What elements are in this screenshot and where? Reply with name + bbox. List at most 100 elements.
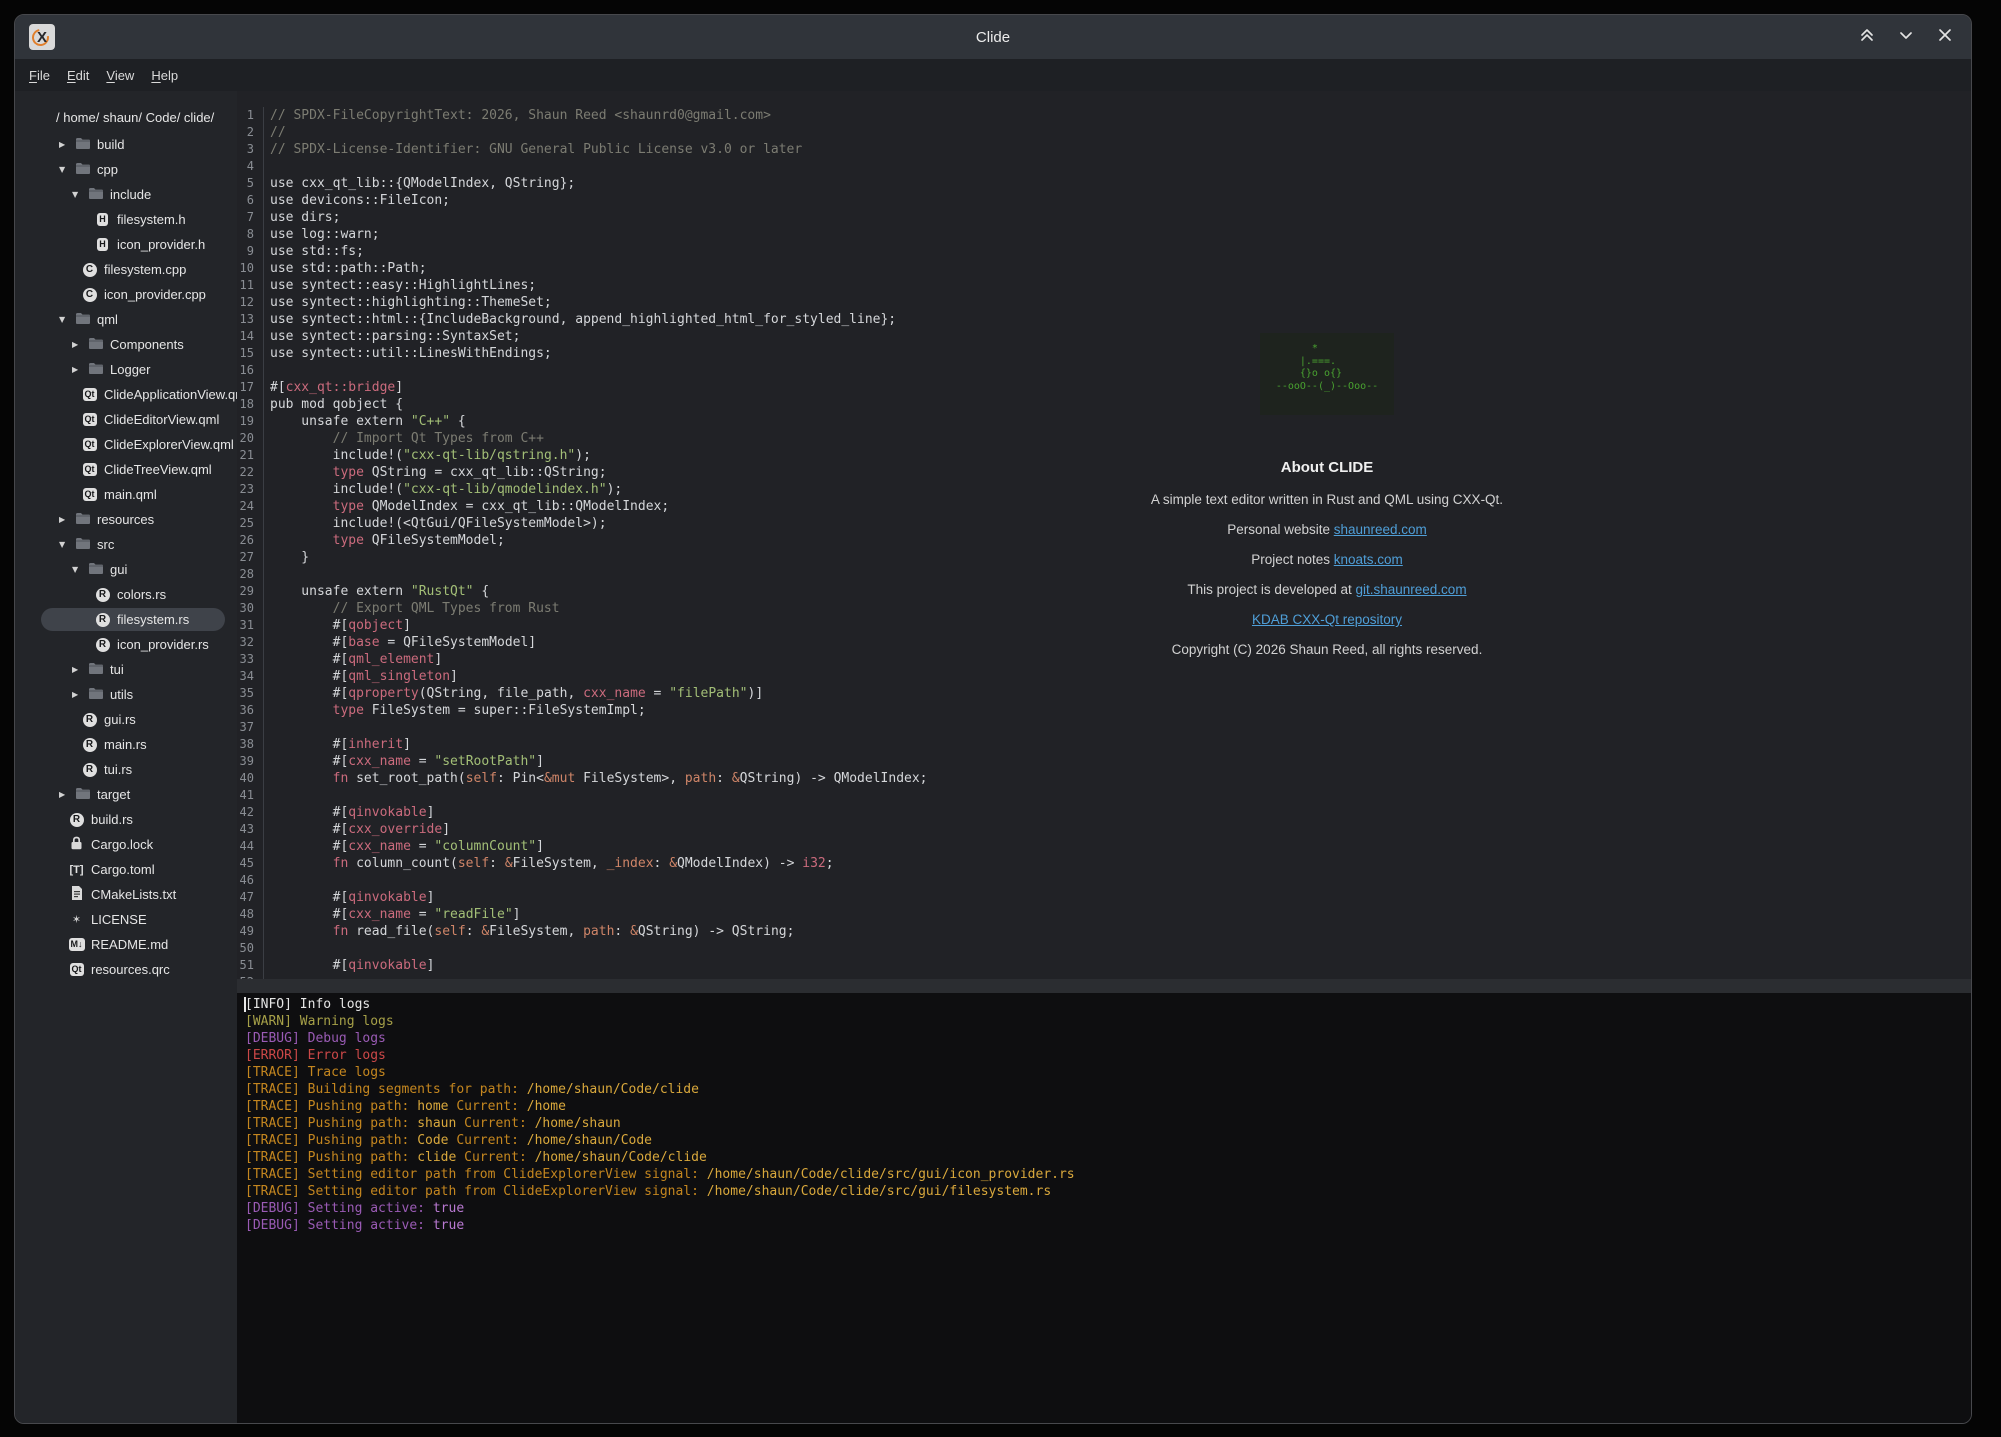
- chevron-down-icon[interactable]: ▼: [72, 565, 87, 574]
- tree-item-src[interactable]: ▼src: [15, 532, 237, 557]
- tree-item-readme-md[interactable]: M↓README.md: [15, 932, 237, 957]
- line-number: 48: [237, 906, 264, 923]
- link-git-shaunreed-com[interactable]: git.shaunreed.com: [1356, 582, 1467, 597]
- code-line: 46: [237, 872, 1971, 889]
- code-editor[interactable]: 1// SPDX-FileCopyrightText: 2026, Shaun …: [237, 91, 1971, 979]
- tree-item-label: cpp: [97, 162, 118, 177]
- tree-item-label: icon_provider.h: [117, 237, 205, 252]
- chevron-down-icon[interactable]: ▼: [59, 540, 74, 549]
- tree-item-cargo-toml[interactable]: [T]Cargo.toml: [15, 857, 237, 882]
- tree-item-tui[interactable]: ▶tui: [15, 657, 237, 682]
- titlebar[interactable]: X Clide: [15, 15, 1971, 59]
- chevron-right-icon[interactable]: ▶: [72, 340, 87, 349]
- tree-item-gui[interactable]: ▼gui: [15, 557, 237, 582]
- header-file-icon: H: [97, 238, 108, 251]
- chevron-right-icon[interactable]: ▶: [72, 690, 87, 699]
- chevron-down-icon[interactable]: ▼: [72, 190, 87, 199]
- line-number: 18: [237, 396, 264, 413]
- tree-item-filesystem-rs[interactable]: Rfilesystem.rs: [15, 607, 237, 632]
- tree-item-icon-provider-h[interactable]: Hicon_provider.h: [15, 232, 237, 257]
- maximize-button[interactable]: [1855, 25, 1879, 49]
- chevron-right-icon[interactable]: ▶: [59, 140, 74, 149]
- line-number: 44: [237, 838, 264, 855]
- line-number: 33: [237, 651, 264, 668]
- tree-item-label: gui.rs: [104, 712, 136, 727]
- minimize-button[interactable]: [1894, 25, 1918, 49]
- line-number: 24: [237, 498, 264, 515]
- line-number: 7: [237, 209, 264, 226]
- tree-item-cargo-lock[interactable]: Cargo.lock: [15, 832, 237, 857]
- log-panel[interactable]: [INFO] Info logs[WARN] Warning logs[DEBU…: [237, 993, 1971, 1423]
- link-kdab-cxx-qt-repository[interactable]: KDAB CXX-Qt repository: [1252, 612, 1402, 627]
- about-text-line: Personal website shaunreed.com: [1067, 522, 1587, 537]
- rust-file-icon: R: [83, 763, 97, 777]
- main-content: / home/ shaun/ Code/ clide/ ▶build▼cpp▼i…: [15, 91, 1971, 1423]
- tree-item-icon-provider-cpp[interactable]: Cicon_provider.cpp: [15, 282, 237, 307]
- chevron-right-icon[interactable]: ▶: [59, 515, 74, 524]
- file-explorer[interactable]: / home/ shaun/ Code/ clide/ ▶build▼cpp▼i…: [15, 91, 237, 1423]
- tree-item-cpp[interactable]: ▼ cpp: [15, 157, 237, 182]
- code-line: 41: [237, 787, 1971, 804]
- line-number: 30: [237, 600, 264, 617]
- code-line: 51 #[qinvokable]: [237, 957, 1971, 974]
- tree-item-components[interactable]: ▶Components: [15, 332, 237, 357]
- chevron-right-icon[interactable]: ▶: [59, 790, 74, 799]
- menu-edit[interactable]: Edit: [67, 68, 89, 83]
- code-line: 7use dirs;: [237, 209, 1971, 226]
- line-number: 1: [237, 107, 264, 124]
- tree-item-include[interactable]: ▼include: [15, 182, 237, 207]
- tree-item-main-rs[interactable]: Rmain.rs: [15, 732, 237, 757]
- close-button[interactable]: [1933, 25, 1957, 49]
- menu-help[interactable]: Help: [151, 68, 178, 83]
- tree-item-clideeditorview-qml[interactable]: QtClideEditorView.qml: [15, 407, 237, 432]
- tree-item-gui-rs[interactable]: Rgui.rs: [15, 707, 237, 732]
- tree-item-resources[interactable]: ▶resources: [15, 507, 237, 532]
- menu-view[interactable]: View: [106, 68, 134, 83]
- tree-item-utils[interactable]: ▶ utils: [15, 682, 237, 707]
- code-line: 11use syntect::easy::HighlightLines;: [237, 277, 1971, 294]
- tree-item-colors-rs[interactable]: Rcolors.rs: [15, 582, 237, 607]
- tree-item-clideexplorerview-qml[interactable]: QtClideExplorerView.qml: [15, 432, 237, 457]
- tree-item-clidetreeview-qml[interactable]: QtClideTreeView.qml: [15, 457, 237, 482]
- tree-item-qml[interactable]: ▼qml: [15, 307, 237, 332]
- line-number: 16: [237, 362, 264, 379]
- about-panel: * |.===. {}o o{} --ooO--(_)--Ooo-- About…: [1067, 333, 1587, 672]
- tree-item-label: CMakeLists.txt: [91, 887, 176, 902]
- tree-item-resources-qrc[interactable]: Qtresources.qrc: [15, 957, 237, 982]
- tree-item-icon-provider-rs[interactable]: Ricon_provider.rs: [15, 632, 237, 657]
- line-number: 27: [237, 549, 264, 566]
- tree-item-clideapplicationview-qml[interactable]: QtClideApplicationView.qml: [15, 382, 237, 407]
- splitter-handle[interactable]: [237, 979, 1971, 993]
- chevron-right-icon[interactable]: ▶: [72, 665, 87, 674]
- chevron-down-icon[interactable]: ▼: [59, 165, 74, 174]
- code-line: 12use syntect::highlighting::ThemeSet;: [237, 294, 1971, 311]
- code-line: 48 #[cxx_name = "readFile"]: [237, 906, 1971, 923]
- editor-column: 1// SPDX-FileCopyrightText: 2026, Shaun …: [237, 91, 1971, 1423]
- tree-item-logger[interactable]: ▶Logger: [15, 357, 237, 382]
- tree-item-build[interactable]: ▶build: [15, 132, 237, 157]
- code-line: 50: [237, 940, 1971, 957]
- code-line: 36 type FileSystem = super::FileSystemIm…: [237, 702, 1971, 719]
- tree-item-filesystem-h[interactable]: Hfilesystem.h: [15, 207, 237, 232]
- chevron-down-icon[interactable]: ▼: [59, 315, 74, 324]
- tree-item-tui-rs[interactable]: Rtui.rs: [15, 757, 237, 782]
- tree-item-build-rs[interactable]: Rbuild.rs: [15, 807, 237, 832]
- line-number: 26: [237, 532, 264, 549]
- folder-icon: [88, 337, 104, 353]
- line-number: 25: [237, 515, 264, 532]
- window-controls: [1855, 25, 1957, 49]
- chevron-right-icon[interactable]: ▶: [72, 365, 87, 374]
- link-shaunreed-com[interactable]: shaunreed.com: [1334, 522, 1427, 537]
- tree-item-filesystem-cpp[interactable]: Cfilesystem.cpp: [15, 257, 237, 282]
- tree-item-cmakelists-txt[interactable]: CMakeLists.txt: [15, 882, 237, 907]
- tree-item-label: utils: [110, 687, 133, 702]
- code-line: 10use std::path::Path;: [237, 260, 1971, 277]
- link-knoats-com[interactable]: knoats.com: [1334, 552, 1403, 567]
- tree-item-main-qml[interactable]: Qtmain.qml: [15, 482, 237, 507]
- tree-item-label: README.md: [91, 937, 168, 952]
- folder-icon: [75, 787, 91, 803]
- menu-file[interactable]: File: [29, 68, 50, 83]
- code-line: 39 #[cxx_name = "setRootPath"]: [237, 753, 1971, 770]
- tree-item-target[interactable]: ▶target: [15, 782, 237, 807]
- tree-item-license[interactable]: ✶LICENSE: [15, 907, 237, 932]
